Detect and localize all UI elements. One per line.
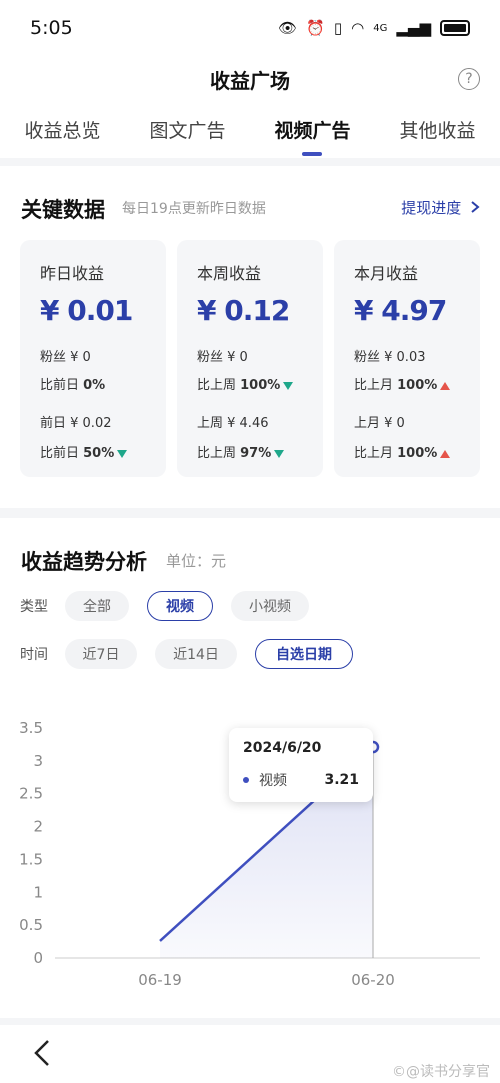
tooltip-value: 3.21 xyxy=(324,772,359,788)
trend-unit: 单位：元 xyxy=(166,552,227,570)
card-amount: ¥ 0.01 xyxy=(40,294,133,327)
card-previous: 前日 ¥ 0.02 xyxy=(40,416,112,431)
compare-value: 100% xyxy=(397,378,438,393)
type-filter-label: 类型 xyxy=(20,599,48,615)
card-label: 本月收益 xyxy=(354,264,419,283)
card-label: 昨日收益 xyxy=(40,264,105,283)
compare-prefix: 比前日 xyxy=(40,446,84,461)
tab-video-ads[interactable]: 视频广告 xyxy=(270,116,354,156)
y-tick-label: 2.5 xyxy=(19,785,43,803)
compare-prefix: 比前日 xyxy=(40,378,84,393)
compare-value: 0% xyxy=(83,378,106,393)
help-icon[interactable]: ? xyxy=(458,68,480,90)
earnings-cards: 昨日收益 ¥ 0.01 粉丝 ¥ 0 比前日 0% 前日 ¥ 0.02 比前日 … xyxy=(20,240,480,477)
type-filter-row: 类型 全部 视频 小视频 xyxy=(20,591,327,621)
card-label: 本周收益 xyxy=(197,264,262,283)
tooltip-row: 视频 3.21 xyxy=(243,770,359,790)
card-amount: ¥ 4.97 xyxy=(354,294,447,327)
withdraw-progress-link[interactable]: 提现进度 xyxy=(401,197,480,218)
trend-section: 收益趋势分析 单位：元 类型 全部 视频 小视频 时间 近7日 近14日 自选日… xyxy=(0,518,500,1018)
trend-title: 收益趋势分析 xyxy=(21,550,147,574)
x-axis: 06-19 06-20 xyxy=(138,971,395,989)
page-header: 收益广场 ? xyxy=(0,56,500,102)
trend-down-icon xyxy=(274,449,285,458)
y-tick-label: 2 xyxy=(33,818,43,836)
y-tick-label: 3 xyxy=(33,752,43,770)
time-chip-custom[interactable]: 自选日期 xyxy=(255,639,353,669)
compare-prefix: 比上周 xyxy=(197,446,241,461)
back-arrow-icon[interactable] xyxy=(32,1039,52,1067)
time-chip-7d[interactable]: 近7日 xyxy=(65,639,137,669)
trend-up-icon xyxy=(440,449,451,458)
y-tick-label: 1.5 xyxy=(19,850,43,868)
card-compare-1: 比上月 100% xyxy=(354,374,451,393)
withdraw-label: 提现进度 xyxy=(401,199,462,217)
compare-prefix: 比上周 xyxy=(197,378,241,393)
series-dot-icon xyxy=(243,777,249,783)
y-tick-label: 1 xyxy=(33,883,43,901)
status-icons: 👁 ⏰ ▯ ◠ 4G ▂▄▆ xyxy=(278,19,470,37)
key-data-section: 关键数据 每日19点更新昨日数据 提现进度 昨日收益 ¥ 0.01 粉丝 ¥ 0… xyxy=(0,166,500,508)
page-title: 收益广场 xyxy=(210,68,290,93)
alarm-icon: ⏰ xyxy=(306,19,325,37)
time-filter-row: 时间 近7日 近14日 自选日期 xyxy=(20,639,371,669)
status-time: 5:05 xyxy=(30,17,73,39)
time-chip-14d[interactable]: 近14日 xyxy=(155,639,237,669)
compare-value: 100% xyxy=(397,446,438,461)
network-label: 4G xyxy=(373,22,388,34)
time-filter-label: 时间 xyxy=(20,647,48,663)
eye-icon: 👁 xyxy=(278,19,298,37)
compare-value: 97% xyxy=(240,446,272,461)
wifi-icon: ◠ xyxy=(351,19,365,37)
compare-prefix: 比上月 xyxy=(354,378,398,393)
signal-icon: ▂▄▆ xyxy=(396,19,431,37)
compare-prefix: 比上月 xyxy=(354,446,398,461)
trend-down-icon xyxy=(283,381,294,390)
status-bar: 5:05 👁 ⏰ ▯ ◠ 4G ▂▄▆ xyxy=(0,0,500,56)
type-chip-video[interactable]: 视频 xyxy=(147,591,213,621)
battery-icon xyxy=(440,20,470,36)
card-previous: 上周 ¥ 4.46 xyxy=(197,416,269,431)
tab-bar: 收益总览 图文广告 视频广告 其他收益 xyxy=(0,102,500,158)
tab-image-ads[interactable]: 图文广告 xyxy=(145,116,229,143)
card-amount: ¥ 0.12 xyxy=(197,294,290,327)
y-tick-label: 0 xyxy=(33,949,43,967)
card-compare-1: 比前日 0% xyxy=(40,374,105,393)
y-axis: 0 0.5 1 1.5 2 2.5 3 3.5 xyxy=(19,719,43,967)
trend-up-icon xyxy=(440,381,451,390)
trend-down-icon xyxy=(117,449,128,458)
tab-other[interactable]: 其他收益 xyxy=(395,116,479,143)
earnings-card-week[interactable]: 本周收益 ¥ 0.12 粉丝 ¥ 0 比上周 100% 上周 ¥ 4.46 比上… xyxy=(177,240,323,477)
card-compare-2: 比前日 50% xyxy=(40,442,128,461)
key-data-title: 关键数据 xyxy=(21,198,105,222)
x-tick-label: 06-20 xyxy=(351,971,395,989)
watermark: ©@读书分享官 xyxy=(392,1064,490,1080)
compare-value: 50% xyxy=(83,446,115,461)
card-fans: 粉丝 ¥ 0 xyxy=(40,350,91,365)
vibrate-icon: ▯ xyxy=(333,19,343,37)
tooltip-date: 2024/6/20 xyxy=(243,740,322,756)
compare-value: 100% xyxy=(240,378,281,393)
card-previous: 上月 ¥ 0 xyxy=(354,416,405,431)
earnings-card-yesterday[interactable]: 昨日收益 ¥ 0.01 粉丝 ¥ 0 比前日 0% 前日 ¥ 0.02 比前日 … xyxy=(20,240,166,477)
card-fans: 粉丝 ¥ 0.03 xyxy=(354,350,426,365)
tab-overview[interactable]: 收益总览 xyxy=(20,116,104,143)
type-chip-all[interactable]: 全部 xyxy=(65,591,129,621)
card-fans: 粉丝 ¥ 0 xyxy=(197,350,248,365)
chart-tooltip: 2024/6/20 视频 3.21 xyxy=(229,728,373,802)
tooltip-series: 视频 xyxy=(259,773,287,789)
type-chip-short-video[interactable]: 小视频 xyxy=(231,591,309,621)
chevron-right-icon xyxy=(471,201,480,213)
card-compare-2: 比上周 97% xyxy=(197,442,285,461)
bottom-nav: ©@读书分享官 xyxy=(0,1025,500,1083)
earnings-card-month[interactable]: 本月收益 ¥ 4.97 粉丝 ¥ 0.03 比上月 100% 上月 ¥ 0 比上… xyxy=(334,240,480,477)
card-compare-1: 比上周 100% xyxy=(197,374,294,393)
card-compare-2: 比上月 100% xyxy=(354,442,451,461)
y-tick-label: 3.5 xyxy=(19,719,43,737)
key-data-subtitle: 每日19点更新昨日数据 xyxy=(122,201,266,217)
y-tick-label: 0.5 xyxy=(19,916,43,934)
x-tick-label: 06-19 xyxy=(138,971,182,989)
